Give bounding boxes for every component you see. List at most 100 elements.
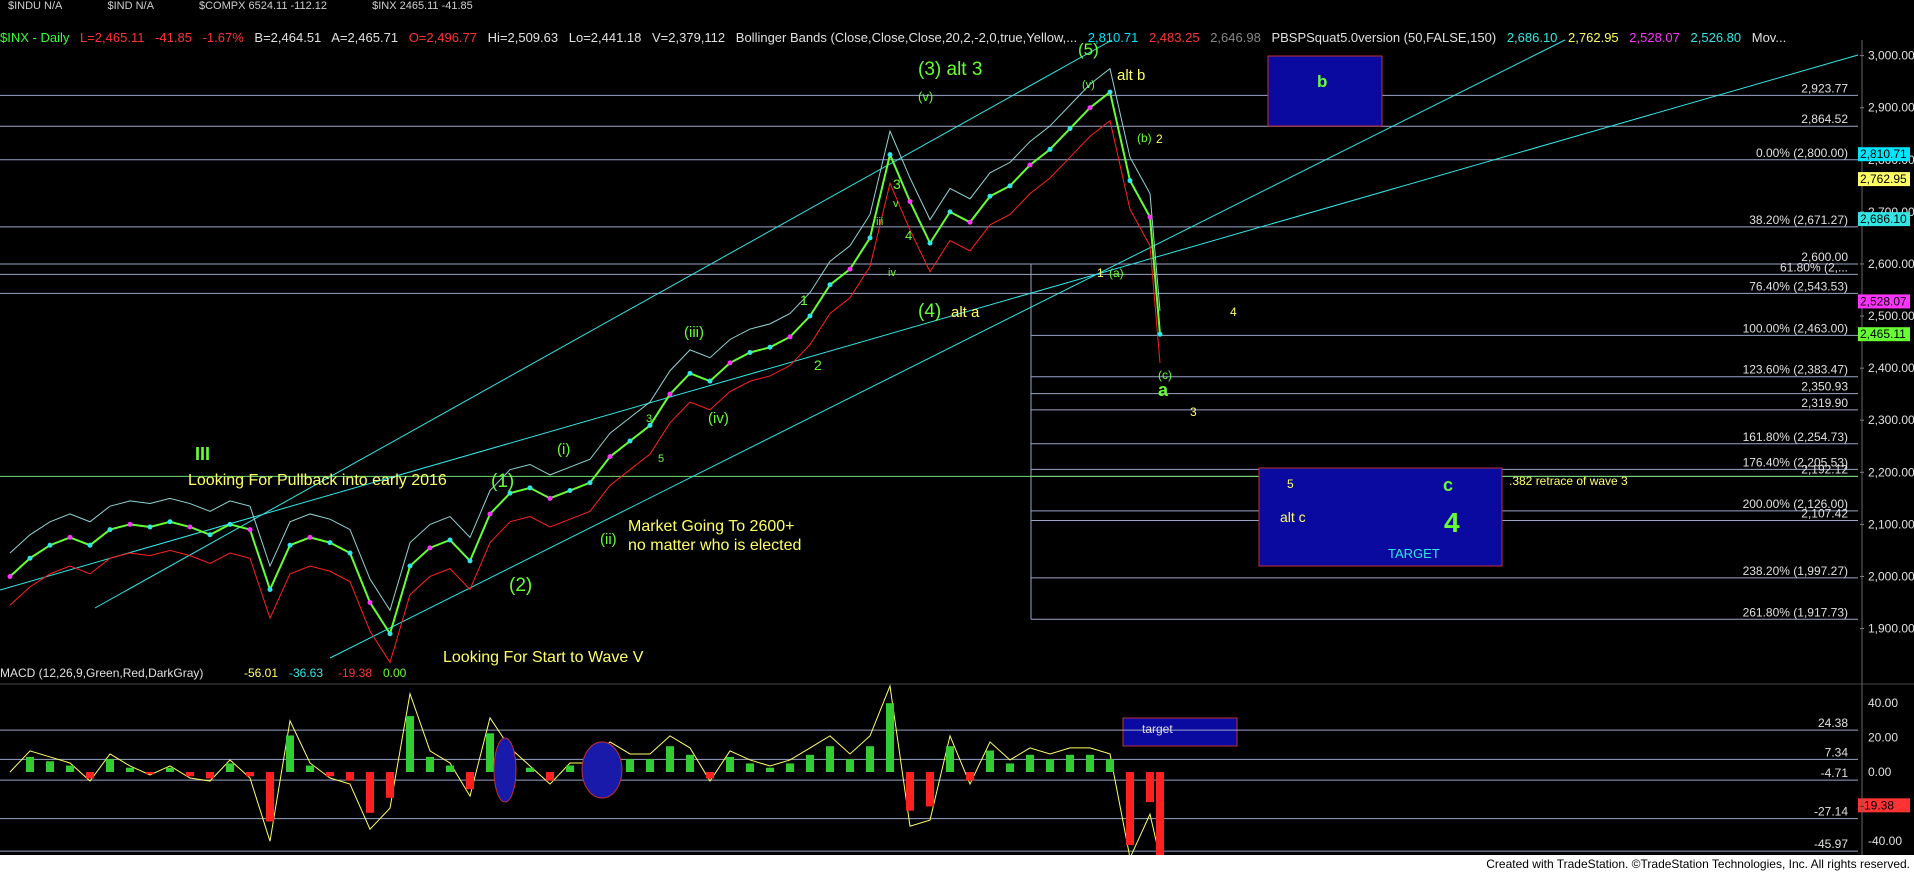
roman-iii-label: III: [195, 444, 210, 464]
b-paren-label: (b): [1137, 131, 1152, 145]
y-tick-label: 2,600.00: [1868, 257, 1914, 271]
footer-credit: Created with TradeStation. ©TradeStation…: [1486, 857, 1910, 871]
small-3b: 3: [646, 413, 652, 425]
fib-level-label: 38.20% (2,671.27): [1749, 213, 1848, 227]
small-iv: iv: [888, 267, 896, 279]
small-2: 2: [814, 357, 822, 373]
y-tick-label: 2,000.00: [1868, 569, 1914, 583]
macd-histogram-bar: [686, 754, 694, 772]
chart-canvas: 2,923.77 2,864.52 0.00% (2,800.00) 38.20% (…: [0, 39, 1914, 860]
macd-histogram-bar: [206, 772, 214, 779]
macd-ellipse-2: [581, 741, 623, 799]
fib-level-label: 2,864.52: [1801, 112, 1848, 126]
two-label: 2: [1156, 132, 1163, 146]
price-point: [1087, 105, 1093, 111]
macd-histogram-bar: [426, 756, 434, 772]
price-tag-label: 2,465.11: [1860, 327, 1906, 341]
price-point: [407, 563, 413, 569]
macd-tick-label: 0.00: [1868, 765, 1892, 779]
box-four-label: 4: [1444, 507, 1460, 538]
price-point: [627, 438, 633, 444]
macd-histogram-bar: [486, 733, 494, 772]
macd-histogram-bar: [446, 765, 454, 772]
macd-histogram-bar: [646, 759, 654, 772]
macd-histogram-bar: [546, 772, 554, 781]
fib-level-label: 76.40% (2,543.53): [1749, 279, 1848, 293]
macd-histogram-bar: [726, 756, 734, 772]
y-tick-label: 1,900.00: [1868, 622, 1914, 636]
price-point: [7, 573, 13, 579]
macd-tick-label: -40.00: [1868, 834, 1902, 848]
price-point: [527, 485, 533, 491]
macd-value-3: -19.38: [338, 666, 372, 680]
price-point: [227, 521, 233, 527]
iii-label: (iii): [684, 324, 704, 341]
macd-histogram-bar: [746, 763, 754, 772]
price-point: [327, 540, 333, 546]
macd-ellipse-1: [493, 737, 517, 803]
macd-value-2: -36.63: [289, 666, 323, 680]
price-point: [207, 532, 213, 538]
y-tick-label: 2,300.00: [1868, 413, 1914, 427]
fib-level-label: 2,107.42: [1801, 507, 1848, 521]
retrace-note: .382 retrace of wave 3: [1509, 474, 1628, 488]
price-point: [967, 219, 973, 225]
b-box-label: b: [1317, 72, 1327, 91]
price-point: [587, 480, 593, 486]
ii-paren-label: (ii): [600, 531, 617, 548]
price-point: [27, 555, 33, 561]
price-point: [807, 313, 813, 319]
trend-channel-line: [94, 39, 1113, 609]
price-point: [867, 235, 873, 241]
price-point: [107, 527, 113, 533]
macd-histogram-bar: [186, 772, 194, 777]
macd-histogram-bar: [226, 763, 234, 772]
price-point: [247, 527, 253, 533]
wave1-label: (1): [491, 471, 514, 492]
price-point: [547, 495, 553, 501]
price-levels: 2,923.77 2,864.52 0.00% (2,800.00) 38.20% (…: [0, 81, 1858, 620]
y-tick-label: 2,100.00: [1868, 517, 1914, 531]
price-point: [1127, 178, 1133, 184]
macd-histogram-bar: [666, 746, 674, 772]
a-paren-label: (a): [1109, 266, 1124, 280]
macd-target-box: [1122, 717, 1238, 747]
price-point: [427, 545, 433, 551]
price-point: [47, 542, 53, 548]
macd-histogram-bar: [1156, 772, 1164, 858]
fib-level-label: 2,192.12: [1801, 462, 1848, 476]
price-series: [7, 67, 1163, 664]
price-point: [847, 266, 853, 272]
small-3: 3: [893, 176, 901, 192]
macd-tag-label: -19.38: [1860, 798, 1894, 812]
wave4-label: (4): [918, 301, 941, 322]
y-tick-label: 2,900.00: [1868, 101, 1914, 115]
price-point: [467, 558, 473, 564]
macd-value-1: -56.01: [244, 666, 278, 680]
price-point: [1047, 146, 1053, 152]
bollinger-upper: [9, 67, 1161, 612]
macd-histogram-bar: [766, 767, 774, 772]
trend-channels: [0, 39, 1859, 659]
macd-histogram-bar: [466, 772, 474, 790]
v-label-1: (v): [918, 89, 933, 104]
macd-histogram-bar: [26, 756, 34, 772]
price-point: [567, 488, 573, 494]
macd-histogram-bar: [166, 767, 174, 772]
price-point: [347, 550, 353, 556]
price-point: [687, 370, 693, 376]
macd-histogram-bar: [566, 765, 574, 772]
box-target-label: TARGET: [1388, 546, 1440, 561]
y-tick-label: 2,500.00: [1868, 309, 1914, 323]
b-target-box: [1267, 55, 1383, 127]
fib-level-label: 161.80% (2,254.73): [1743, 430, 1848, 444]
macd-histogram-bar: [1086, 754, 1094, 772]
macd-histogram-bar: [926, 772, 934, 807]
wave-labels: (3) alt 3 (5) alt b b (4) alt a (v) (v) …: [0, 40, 1628, 736]
price-point: [167, 519, 173, 525]
macd-histogram-bar: [366, 772, 374, 813]
price-point: [307, 534, 313, 540]
pullback-note: Looking For Pullback into early 2016: [188, 472, 447, 489]
macd-histogram-bar: [526, 767, 534, 772]
three-label: 3: [1190, 405, 1197, 419]
